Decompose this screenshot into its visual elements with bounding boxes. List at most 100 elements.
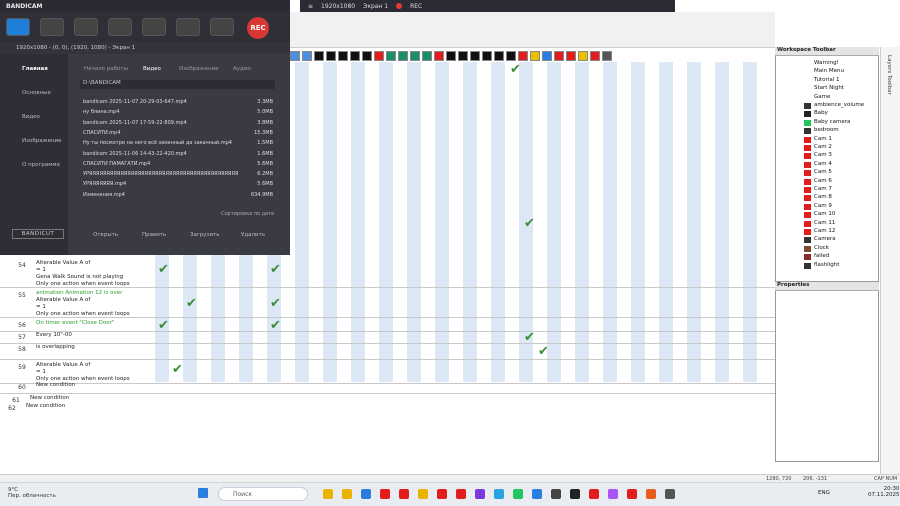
condition-text[interactable]: New condition [30, 395, 69, 401]
table-row[interactable] [0, 332, 775, 344]
checkmark-icon[interactable]: ✔ [524, 216, 535, 231]
file-row[interactable]: bandicam 2025-11-06 14-43-22-420.mp4 1.6M… [83, 151, 273, 157]
clock[interactable]: 20:30 07.11.2025 [868, 486, 900, 498]
layers-toolbar-tab[interactable]: Layers Toolbar [880, 47, 900, 477]
bandicut-logo[interactable]: BANDICUT [12, 229, 64, 239]
bandicam-action-button[interactable]: Удалить [241, 232, 265, 238]
object-icon[interactable] [398, 51, 408, 61]
record-dot-icon[interactable] [396, 3, 403, 9]
workspace-item[interactable]: Cam 7 [814, 186, 832, 192]
taskbar-app-icon[interactable] [361, 489, 371, 499]
workspace-item[interactable]: Tutorial 1 [814, 77, 839, 83]
condition-text[interactable]: Only one action when event loops [36, 311, 130, 317]
bandicam-nav-item[interactable]: Основные [22, 90, 51, 96]
taskbar-app-icon[interactable] [323, 489, 333, 499]
object-icon[interactable] [374, 51, 384, 61]
object-icon[interactable] [602, 51, 612, 61]
condition-text[interactable]: On timer event "Close Door" [36, 320, 114, 326]
workspace-item[interactable]: Clock [814, 245, 829, 251]
checkmark-icon[interactable]: ✔ [524, 330, 535, 345]
rec-label[interactable]: REC [410, 3, 422, 10]
workspace-item[interactable]: Cam 8 [814, 194, 832, 200]
workspace-item[interactable]: Baby [814, 110, 828, 116]
workspace-item[interactable]: Cam 5 [814, 169, 832, 175]
checkmark-icon[interactable]: ✔ [186, 296, 197, 311]
object-icon[interactable] [410, 51, 420, 61]
object-icon[interactable] [314, 51, 324, 61]
game-mode-button[interactable] [74, 18, 98, 36]
object-icon[interactable] [350, 51, 360, 61]
object-icon[interactable] [554, 51, 564, 61]
object-icon[interactable] [578, 51, 588, 61]
condition-text[interactable]: = 1 [36, 267, 46, 273]
checkmark-icon[interactable]: ✔ [270, 296, 281, 311]
checkmark-icon[interactable]: ✔ [270, 262, 281, 277]
workspace-item[interactable]: ambience_volume [814, 102, 864, 108]
workspace-item[interactable]: Main Menu [814, 68, 844, 74]
taskbar-app-icon[interactable] [551, 489, 561, 499]
condition-text[interactable]: animation Animation 12 is over [36, 290, 122, 296]
object-icon[interactable] [542, 51, 552, 61]
table-row[interactable] [0, 384, 775, 394]
taskbar-app-icon[interactable] [399, 489, 409, 499]
workspace-item[interactable]: failed [814, 253, 829, 259]
checkmark-icon[interactable]: ✔ [158, 262, 169, 277]
taskbar-app-icon[interactable] [608, 489, 618, 499]
object-icon[interactable] [482, 51, 492, 61]
object-icon[interactable] [326, 51, 336, 61]
bandicam-nav-item[interactable]: Главная [22, 66, 48, 72]
object-icon[interactable] [506, 51, 516, 61]
condition-text[interactable]: Gena Walk Sound is not playing [36, 274, 123, 280]
object-icon[interactable] [434, 51, 444, 61]
taskbar-app-icon[interactable] [627, 489, 637, 499]
workspace-item[interactable]: Cam 4 [814, 161, 832, 167]
workspace-item[interactable]: Game [814, 94, 830, 100]
bandicam-nav-item[interactable]: Видео [22, 114, 40, 120]
file-row[interactable]: bandicam 2025-11-07 20-29-03-647.mp4 3.3M… [83, 99, 273, 105]
checkmark-icon[interactable]: ✔ [172, 362, 183, 377]
table-row[interactable] [0, 344, 775, 360]
checkmark-icon[interactable]: ✔ [538, 344, 549, 359]
table-row[interactable] [0, 320, 775, 332]
audio-button[interactable] [142, 18, 166, 36]
workspace-item[interactable]: Cam 2 [814, 144, 832, 150]
language-indicator[interactable]: ENG [818, 490, 830, 496]
taskbar-app-icon[interactable] [532, 489, 542, 499]
object-icon[interactable] [290, 51, 300, 61]
bandicam-tab[interactable]: Видео [143, 66, 161, 72]
object-icon[interactable] [446, 51, 456, 61]
taskbar-app-icon[interactable] [570, 489, 580, 499]
condition-text[interactable]: Alterable Value A of [36, 260, 90, 266]
mic-button[interactable] [176, 18, 200, 36]
folder-path[interactable]: D:\BANDICAM [80, 80, 275, 89]
workspace-item[interactable]: Cam 11 [814, 220, 835, 226]
object-icon[interactable] [338, 51, 348, 61]
file-row[interactable]: СПАСИТИ.mp4 15.3MB [83, 130, 273, 136]
workspace-item[interactable]: flashlight [814, 262, 839, 268]
workspace-item[interactable]: Start Night [814, 85, 844, 91]
checkmark-icon[interactable]: ✔ [510, 62, 521, 77]
object-icon[interactable] [530, 51, 540, 61]
file-row[interactable]: СПАСИТИ ПАМАГАТИ.mp4 5.6MB [83, 161, 273, 167]
condition-text[interactable]: New condition [36, 382, 75, 388]
condition-text[interactable]: = 1 [36, 369, 46, 375]
taskbar-app-icon[interactable] [380, 489, 390, 499]
workspace-item[interactable]: Cam 12 [814, 228, 835, 234]
workspace-item[interactable]: Baby camera [814, 119, 850, 125]
taskbar-app-icon[interactable] [342, 489, 352, 499]
taskbar-app-icon[interactable] [437, 489, 447, 499]
condition-text[interactable]: Alterable Value A of [36, 362, 90, 368]
taskbar-app-icon[interactable] [475, 489, 485, 499]
file-row[interactable]: ну блина.mp4 5.0MB [83, 109, 273, 115]
workspace-item[interactable]: Cam 3 [814, 152, 832, 158]
bandicam-tab[interactable]: Начало работы [84, 66, 128, 72]
device-mode-button[interactable] [40, 18, 64, 36]
object-icon[interactable] [422, 51, 432, 61]
workspace-item[interactable]: Cam 1 [814, 136, 832, 142]
sort-label[interactable]: Сортировка по дате [221, 211, 274, 217]
rec-button[interactable]: REC [247, 17, 269, 39]
draw-button[interactable] [210, 18, 234, 36]
windows-start-icon[interactable] [198, 488, 208, 498]
file-row[interactable]: Изменения.mp4 634.9MB [83, 192, 273, 198]
taskbar-app-icon[interactable] [456, 489, 466, 499]
